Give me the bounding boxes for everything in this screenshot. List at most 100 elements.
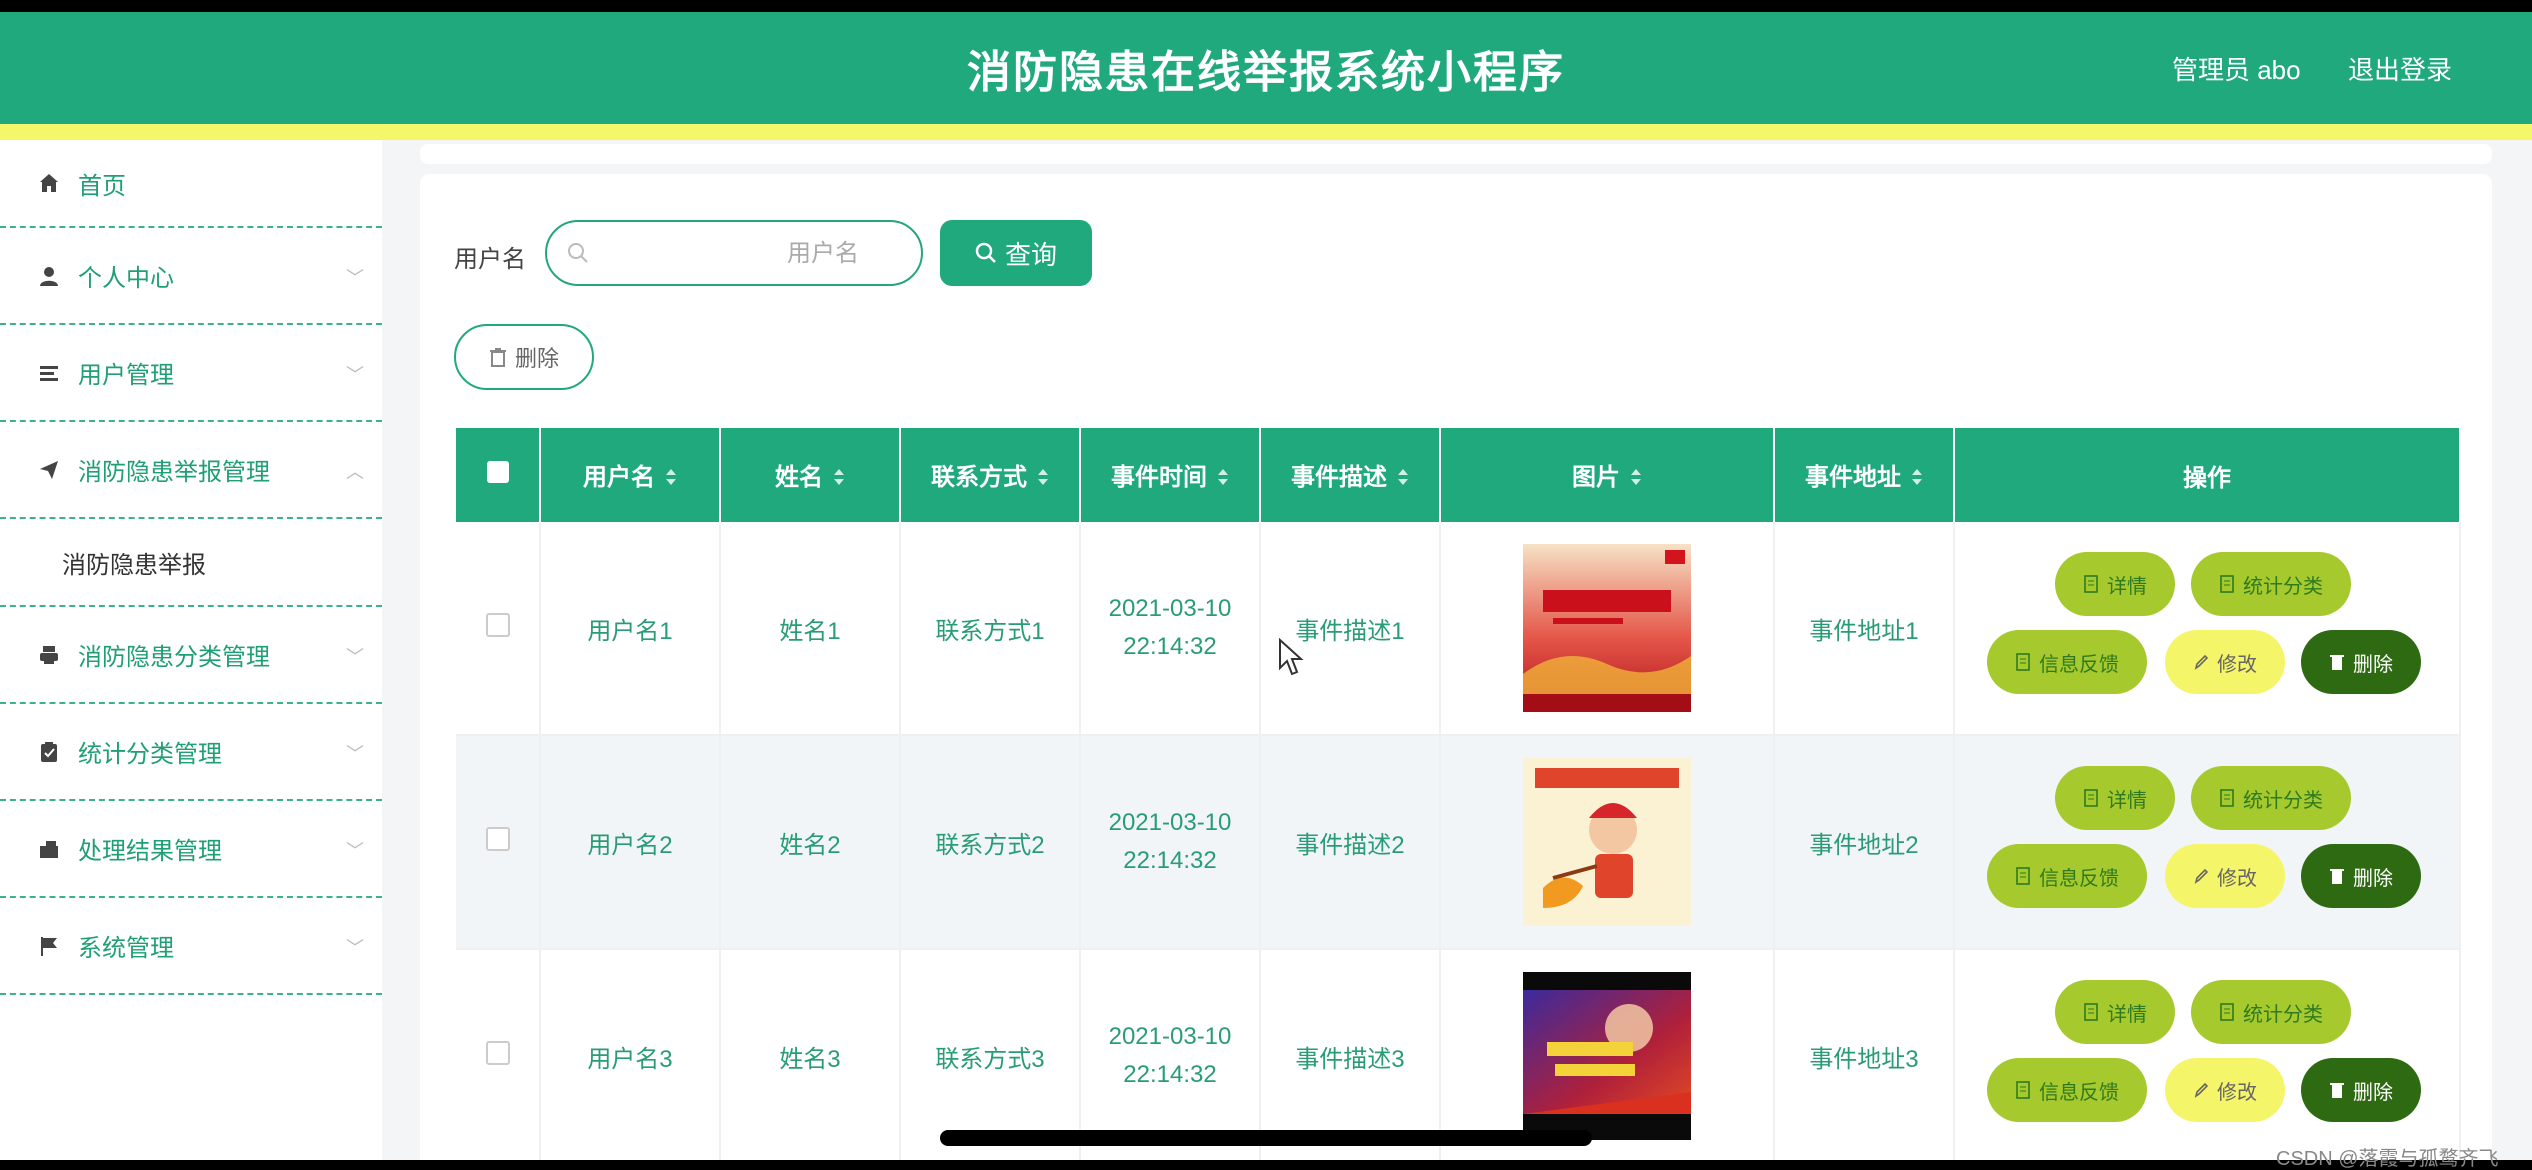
- column-header-description[interactable]: 事件描述: [1260, 428, 1441, 522]
- sidebar: 首页 个人中心 ﹀ 用户管理 ﹀ 消防隐患举报管理 ︿ 消防隐患举报 消防隐患分…: [0, 140, 382, 1160]
- home-indicator[interactable]: [940, 1130, 1592, 1146]
- feedback-button[interactable]: 信息反馈: [1987, 1058, 2147, 1122]
- search-box: [545, 220, 923, 286]
- sort-icon[interactable]: [665, 465, 677, 493]
- search-icon: [567, 242, 589, 264]
- document-icon: [2016, 1081, 2030, 1099]
- user-icon: [36, 263, 62, 289]
- pencil-icon: [2194, 654, 2209, 670]
- sidebar-item-home[interactable]: 首页: [0, 140, 382, 228]
- sidebar-item-profile[interactable]: 个人中心 ﹀: [0, 228, 382, 325]
- row-checkbox[interactable]: [485, 1040, 510, 1065]
- sidebar-item-result-management[interactable]: 处理结果管理 ﹀: [0, 801, 382, 898]
- sidebar-item-system[interactable]: 系统管理 ﹀: [0, 898, 382, 995]
- pencil-icon: [2194, 868, 2209, 884]
- column-header-username[interactable]: 用户名: [540, 428, 721, 522]
- stats-category-button[interactable]: 统计分类: [2191, 980, 2351, 1044]
- detail-button[interactable]: 详情: [2055, 980, 2175, 1044]
- sidebar-item-label: 消防隐患分类管理: [78, 644, 270, 671]
- chevron-up-icon: ︿: [346, 462, 364, 482]
- logout-link[interactable]: 退出登录: [2348, 50, 2452, 87]
- cell-date: 2021-03-10: [1108, 1023, 1232, 1050]
- column-header-address[interactable]: 事件地址: [1774, 428, 1955, 522]
- fire-safety-poster-image[interactable]: [1523, 972, 1691, 1140]
- document-icon: [2220, 575, 2234, 593]
- chevron-down-icon: ﹀: [346, 841, 364, 861]
- sidebar-item-label: 系统管理: [78, 935, 174, 962]
- app-header: 消防隐患在线举报系统小程序 管理员 abo 退出登录: [0, 12, 2532, 124]
- delete-button[interactable]: 删除: [2301, 630, 2421, 694]
- edit-button[interactable]: 修改: [2165, 844, 2285, 908]
- table-row: 用户名3 姓名3 联系方式3 2021-03-10 22:14:32 事件描述3: [456, 949, 2461, 1160]
- cell-time: 2021-03-10 22:14:32: [1080, 949, 1261, 1160]
- printer-icon: [36, 642, 62, 668]
- cell-clock: 22:14:32: [1123, 847, 1217, 874]
- delete-button[interactable]: 删除: [2301, 844, 2421, 908]
- sort-icon[interactable]: [1911, 465, 1923, 493]
- row-select-cell[interactable]: [456, 735, 541, 950]
- stats-category-button[interactable]: 统计分类: [2191, 766, 2351, 830]
- table-header-row: 用户名 姓名 联系方式 事件时间 事件描述 图片 事件地址 操作: [456, 428, 2461, 522]
- document-icon: [2220, 1003, 2234, 1021]
- sort-icon[interactable]: [833, 465, 845, 493]
- list-icon: [36, 360, 62, 386]
- home-icon: [36, 170, 62, 196]
- sidebar-item-report-management[interactable]: 消防隐患举报管理 ︿: [0, 422, 382, 519]
- sort-icon[interactable]: [1630, 465, 1642, 493]
- column-header-time[interactable]: 事件时间: [1080, 428, 1261, 522]
- cell-date: 2021-03-10: [1108, 809, 1232, 836]
- chevron-down-icon: ﹀: [346, 268, 364, 288]
- admin-label: 管理员 abo: [2172, 55, 2301, 85]
- sidebar-subitem-report[interactable]: 消防隐患举报: [0, 519, 382, 607]
- feedback-button[interactable]: 信息反馈: [1987, 630, 2147, 694]
- cell-address: 事件地址1: [1774, 522, 1955, 736]
- app-screen: 消防隐患在线举报系统小程序 管理员 abo 退出登录 首页 个人中心 ﹀ 用户管…: [0, 12, 2532, 1160]
- sort-icon[interactable]: [1217, 465, 1229, 493]
- send-icon: [36, 457, 62, 483]
- trash-icon: [2330, 869, 2344, 884]
- fire-safety-poster-image[interactable]: [1523, 544, 1691, 712]
- edit-button[interactable]: 修改: [2165, 1058, 2285, 1122]
- sidebar-item-users[interactable]: 用户管理 ﹀: [0, 325, 382, 422]
- search-input[interactable]: [603, 232, 903, 276]
- column-header-name[interactable]: 姓名: [720, 428, 901, 522]
- watermark: CSDN @落霞与孤鹜齐飞: [2276, 1148, 2499, 1170]
- cell-actions: 详情 统计分类 信息反馈 修改 删除: [1954, 735, 2461, 950]
- cell-address: 事件地址3: [1774, 949, 1955, 1160]
- flag-icon: [36, 933, 62, 959]
- bulk-delete-button[interactable]: 删除: [454, 324, 594, 390]
- row-select-cell[interactable]: [456, 949, 541, 1160]
- column-header-actions: 操作: [1954, 428, 2461, 522]
- sort-icon[interactable]: [1397, 465, 1409, 493]
- cell-clock: 22:14:32: [1123, 633, 1217, 660]
- cell-description: 事件描述2: [1260, 735, 1441, 950]
- report-table: 用户名 姓名 联系方式 事件时间 事件描述 图片 事件地址 操作 用户名1 姓名…: [456, 428, 2461, 1160]
- sort-icon[interactable]: [1037, 465, 1049, 493]
- cell-name: 姓名2: [720, 735, 901, 950]
- feedback-button[interactable]: 信息反馈: [1987, 844, 2147, 908]
- sidebar-item-label: 首页: [78, 172, 126, 200]
- column-header-contact[interactable]: 联系方式: [900, 428, 1081, 522]
- stats-category-button[interactable]: 统计分类: [2191, 552, 2351, 616]
- cell-image: [1440, 949, 1775, 1160]
- sidebar-item-category-management[interactable]: 消防隐患分类管理 ﹀: [0, 607, 382, 704]
- row-checkbox[interactable]: [485, 612, 510, 637]
- sidebar-item-stats-management[interactable]: 统计分类管理 ﹀: [0, 704, 382, 801]
- query-button[interactable]: 查询: [940, 220, 1092, 286]
- fire-safety-poster-image[interactable]: [1523, 758, 1691, 926]
- delete-button[interactable]: 删除: [2301, 1058, 2421, 1122]
- cell-contact: 联系方式2: [900, 735, 1081, 950]
- column-header-image[interactable]: 图片: [1440, 428, 1775, 522]
- row-select-cell[interactable]: [456, 522, 541, 736]
- select-all-cell[interactable]: [456, 428, 541, 522]
- detail-button[interactable]: 详情: [2055, 766, 2175, 830]
- select-all-checkbox[interactable]: [486, 460, 509, 483]
- briefcase-icon: [36, 836, 62, 862]
- document-icon: [2220, 789, 2234, 807]
- cell-time: 2021-03-10 22:14:32: [1080, 522, 1261, 736]
- detail-button[interactable]: 详情: [2055, 552, 2175, 616]
- row-checkbox[interactable]: [485, 826, 510, 851]
- edit-button[interactable]: 修改: [2165, 630, 2285, 694]
- cell-contact: 联系方式3: [900, 949, 1081, 1160]
- cell-username: 用户名1: [540, 522, 721, 736]
